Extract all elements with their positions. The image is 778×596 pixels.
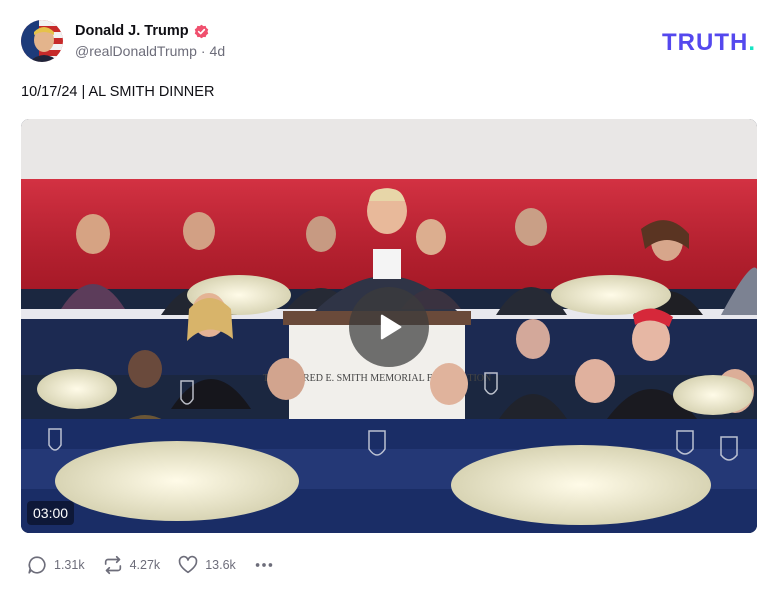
like-button[interactable]: 13.6k	[177, 554, 236, 576]
like-count: 13.6k	[205, 558, 236, 572]
truth-logo: TRUTH.	[662, 29, 756, 57]
verified-badge-icon	[194, 24, 209, 39]
more-options-button[interactable]	[253, 554, 275, 576]
speech-bubble-icon	[28, 556, 46, 574]
display-name[interactable]: Donald J. Trump	[75, 23, 189, 39]
reply-count: 1.31k	[54, 558, 85, 572]
play-button[interactable]	[349, 287, 429, 367]
reply-button[interactable]: 1.31k	[26, 554, 85, 576]
post-text: 10/17/24 | AL SMITH DINNER	[21, 84, 215, 100]
ellipsis-icon	[255, 563, 273, 567]
separator: ·	[200, 43, 206, 59]
display-name-row: Donald J. Trump	[75, 23, 225, 39]
brand-dot: .	[748, 29, 756, 56]
author-block: Donald J. Trump @realDonaldTrump · 4d	[75, 23, 225, 59]
handle[interactable]: @realDonaldTrump	[75, 43, 197, 59]
heart-icon	[178, 555, 198, 574]
repost-arrows-icon	[104, 555, 121, 575]
post-header: Donald J. Trump @realDonaldTrump · 4d	[21, 20, 225, 62]
brand-name: TRUTH	[662, 29, 749, 56]
handle-row: @realDonaldTrump · 4d	[75, 43, 225, 59]
retruth-count: 4.27k	[129, 558, 161, 572]
action-bar: 1.31k 4.27k 13.6k	[26, 554, 275, 576]
retruth-button[interactable]: 4.27k	[102, 554, 161, 576]
post-age[interactable]: 4d	[210, 43, 226, 59]
avatar[interactable]	[21, 20, 63, 62]
video-duration: 03:00	[27, 501, 75, 525]
video-player[interactable]: THE ALFRED E. SMITH MEMORIAL FOUNDATION	[21, 119, 757, 533]
play-icon	[380, 314, 402, 340]
